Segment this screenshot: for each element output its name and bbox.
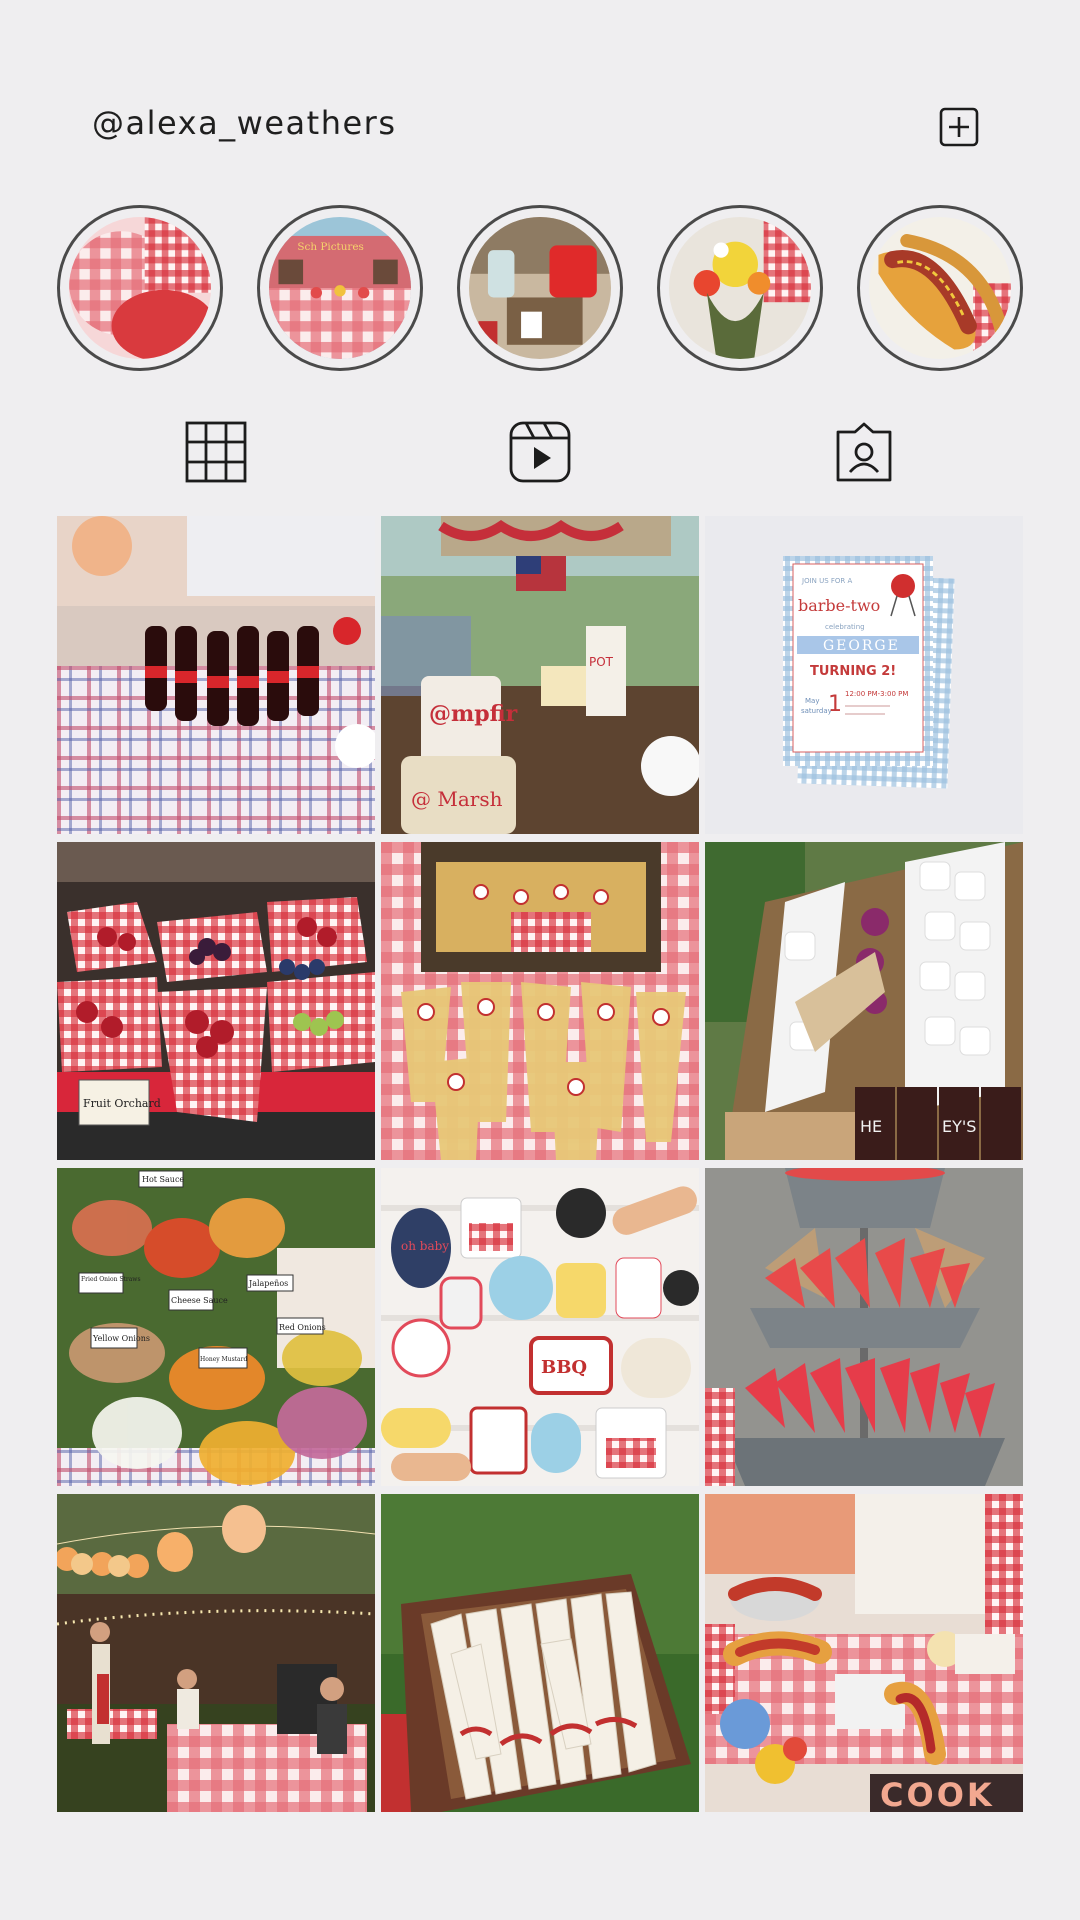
post-soda-table[interactable] [57,516,375,834]
tagged-icon[interactable] [832,420,896,484]
svg-text:1: 1 [828,692,842,717]
reels-icon[interactable] [508,420,572,484]
svg-text:GEORGE: GEORGE [823,638,900,654]
svg-text:Hot Sauce: Hot Sauce [142,1175,184,1184]
profile-tabs [0,420,1080,490]
svg-text:barbe-two: barbe-two [798,596,880,615]
post-hotdog-collage[interactable]: COOK [705,1494,1023,1812]
story-flowers[interactable] [657,205,823,371]
svg-text:TURNING 2!: TURNING 2! [810,664,896,679]
svg-text:Yellow Onions: Yellow Onions [92,1334,150,1343]
svg-text:@ Marsh: @ Marsh [411,787,503,811]
post-backyard-lanterns[interactable] [57,1494,375,1812]
svg-text:EY'S: EY'S [942,1117,976,1136]
svg-text:Sch Pictures: Sch Pictures [297,241,363,253]
svg-text:JOIN US FOR A: JOIN US FOR A [801,577,853,585]
post-bbq-cookies[interactable]: oh baby BBQ [381,1168,699,1486]
svg-text:celebrating: celebrating [825,623,865,631]
svg-text:Honey Mustard: Honey Mustard [200,1356,248,1363]
story-picnic-house[interactable]: Sch Pictures [257,205,423,371]
svg-text:12:00 PM-3:00 PM: 12:00 PM-3:00 PM [845,690,908,698]
plus-square-icon[interactable] [938,106,980,148]
post-cutlery-basket[interactable] [381,1494,699,1812]
svg-text:Jalapeños: Jalapeños [248,1279,288,1288]
post-popcorn-bags[interactable] [381,842,699,1160]
post-smores-bar[interactable]: HE EY'S [705,842,1023,1160]
story-drink-station[interactable] [457,205,623,371]
post-watermelon-stand[interactable] [705,1168,1023,1486]
post-barbe-two-invitation[interactable]: JOIN US FOR A barbe-two celebrating GEOR… [705,516,1023,834]
svg-text:May: May [805,697,819,705]
post-campfire-marshmallows[interactable]: @mpfir @ Marsh POT [381,516,699,834]
svg-text:Fruit Orchard: Fruit Orchard [83,1097,161,1110]
svg-text:@mpfir: @mpfir [429,701,518,727]
svg-text:oh baby: oh baby [401,1239,449,1253]
story-gingham[interactable] [57,205,223,371]
svg-text:BBQ: BBQ [541,1357,587,1378]
story-highlights: Sch Pictures [0,200,1080,375]
post-fruit-baskets[interactable]: Fruit Orchard [57,842,375,1160]
username: @alexa_weathers [92,104,397,142]
svg-text:POT: POT [589,655,614,669]
post-condiment-bar[interactable]: Hot Sauce Fried Onion Straws Cheese Sauc… [57,1168,375,1486]
grid-icon[interactable] [184,420,248,484]
profile-header: @alexa_weathers [0,0,1080,190]
svg-text:HE: HE [860,1117,882,1136]
svg-text:COOK: COOK [880,1776,995,1812]
svg-text:Cheese Sauce: Cheese Sauce [171,1296,228,1305]
story-hotdog[interactable] [857,205,1023,371]
svg-text:Red Onions: Red Onions [279,1323,326,1332]
posts-grid: @mpfir @ Marsh POT JOIN US FOR A barbe-t… [57,516,1023,1812]
svg-text:Fried Onion Straws: Fried Onion Straws [81,1276,141,1283]
